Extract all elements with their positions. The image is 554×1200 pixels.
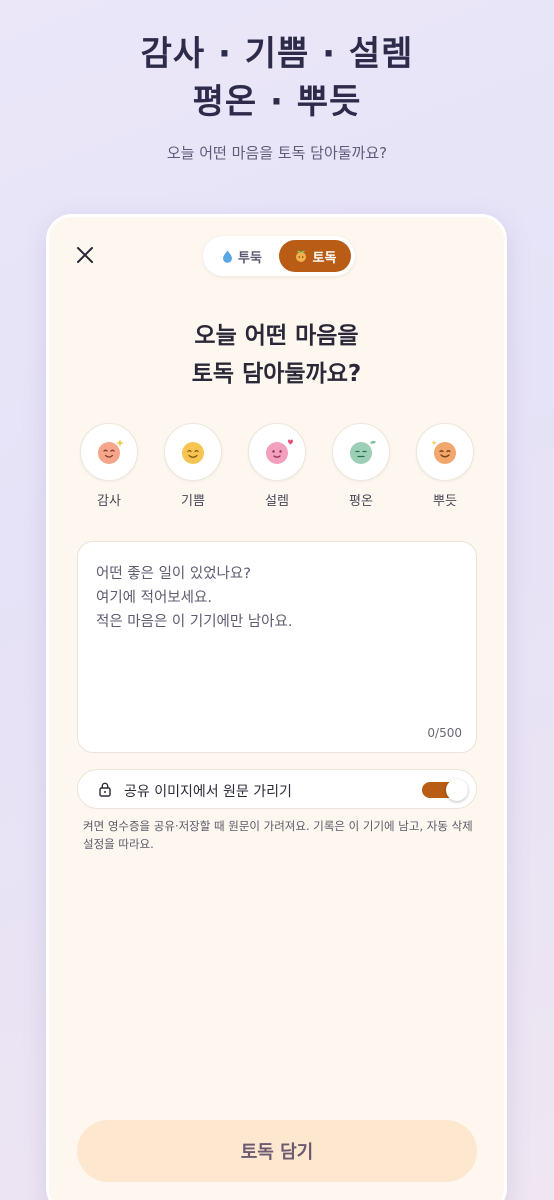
- hero-title-line1: 감사 · 기쁨 · 설렘: [140, 34, 414, 74]
- mood-entry-card: 투둑 토독 오늘 어떤 마음을 토독 담아둘까요? 감사 기쁨 설렘 평온 뿌듯…: [46, 214, 507, 1200]
- hero-title-line2: 평온 · 뿌듯: [192, 82, 362, 122]
- entry-question-line2: 토독 담아둘까요?: [191, 361, 362, 387]
- toggle-knob: [446, 779, 468, 801]
- mood-label: 기쁨: [181, 494, 205, 509]
- mode-option-label: 투둑: [238, 250, 262, 266]
- water-drop-icon: [223, 250, 233, 263]
- mode-option-tuduk[interactable]: 투둑: [207, 240, 277, 272]
- memo-box: 0/500: [77, 541, 477, 753]
- proud-face-icon: [431, 440, 456, 464]
- entry-question-line1: 오늘 어떤 마음을: [194, 323, 359, 349]
- joy-face-icon: [182, 442, 204, 464]
- mood-option-joy[interactable]: 기쁨: [161, 423, 225, 509]
- mode-toggle: 투둑 토독: [203, 236, 355, 276]
- mode-option-label: 토독: [312, 250, 337, 266]
- char-counter: 0/500: [427, 726, 462, 740]
- mood-option-excited[interactable]: 설렘: [245, 423, 309, 509]
- mood-circle: [248, 423, 306, 481]
- entry-question: 오늘 어떤 마음을 토독 담아둘까요?: [49, 317, 504, 393]
- mood-circle: [332, 423, 390, 481]
- submit-button[interactable]: 토독 담기: [77, 1120, 477, 1182]
- mood-label: 평온: [349, 494, 373, 509]
- sprout-icon: [295, 250, 306, 262]
- mood-selector: 감사 기쁨 설렘 평온 뿌듯: [77, 423, 477, 513]
- mood-label: 뿌듯: [433, 494, 457, 509]
- mood-option-grateful[interactable]: 감사: [77, 423, 141, 509]
- calm-face-icon: [350, 440, 376, 464]
- hide-original-note: 켜면 영수증을 공유·저장할 때 원문이 가려져요. 기록은 이 기기에 남고,…: [83, 819, 473, 851]
- mode-option-todok[interactable]: 토독: [279, 240, 351, 272]
- close-button[interactable]: [73, 243, 97, 267]
- mood-circle: [164, 423, 222, 481]
- hide-original-label: 공유 이미지에서 원문 가리기: [124, 784, 292, 800]
- mood-circle: [80, 423, 138, 481]
- memo-input[interactable]: [96, 562, 458, 712]
- mood-label: 감사: [97, 494, 121, 509]
- hero-subtitle: 오늘 어떤 마음을 토독 담아둘까요?: [166, 144, 388, 162]
- mood-option-proud[interactable]: 뿌듯: [413, 423, 477, 509]
- hide-original-toggle[interactable]: [422, 779, 468, 801]
- mood-label: 설렘: [265, 494, 289, 509]
- mood-circle: [416, 423, 474, 481]
- excited-face-icon: [266, 439, 293, 464]
- lock-icon: [99, 782, 111, 797]
- close-icon: [77, 247, 93, 263]
- hero-title: 감사 · 기쁨 · 설렘 평온 · 뿌듯: [0, 30, 554, 126]
- hide-original-row: 공유 이미지에서 원문 가리기: [77, 769, 477, 809]
- grateful-face-icon: [98, 439, 124, 464]
- mood-option-calm[interactable]: 평온: [329, 423, 393, 509]
